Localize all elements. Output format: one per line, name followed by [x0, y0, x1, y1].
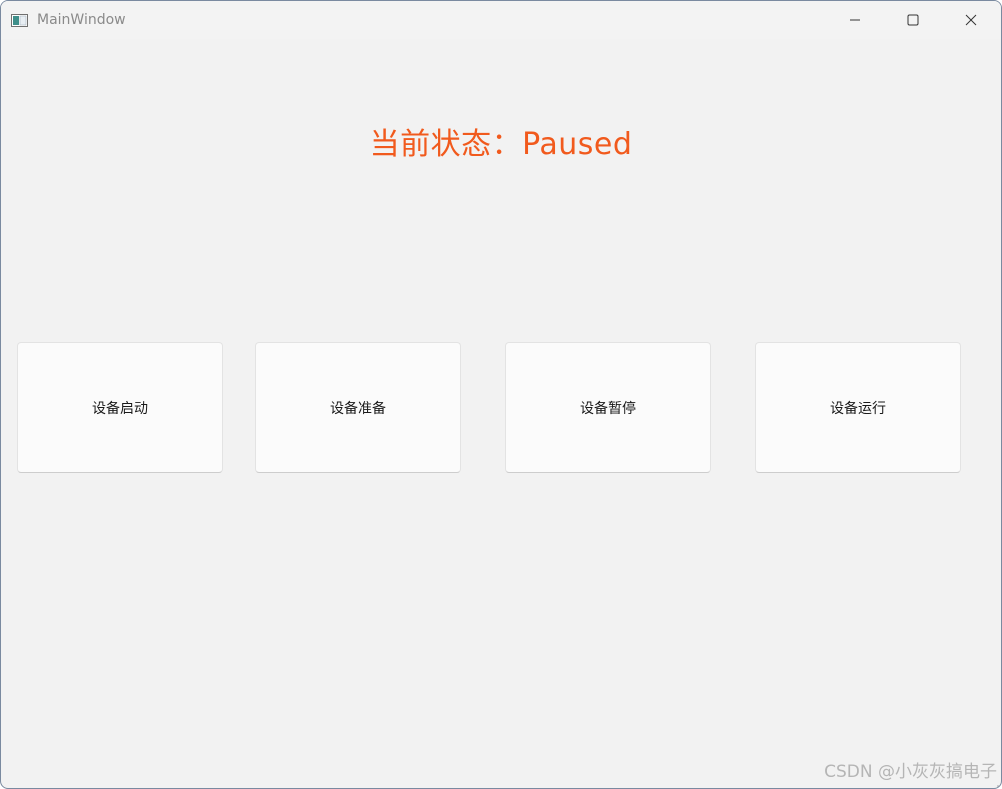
- maximize-icon: [907, 11, 919, 30]
- title-bar[interactable]: MainWindow: [1, 1, 1001, 39]
- status-value: Paused: [522, 127, 633, 162]
- resize-grip-icon[interactable]: [991, 778, 999, 787]
- window-title: MainWindow: [37, 12, 126, 28]
- close-button[interactable]: [942, 1, 1000, 39]
- device-pause-button[interactable]: 设备暂停: [505, 342, 711, 473]
- maximize-button[interactable]: [884, 1, 942, 39]
- minimize-button[interactable]: [826, 1, 884, 39]
- window-app-icon: [11, 12, 28, 27]
- device-start-button[interactable]: 设备启动: [17, 342, 223, 473]
- device-run-button[interactable]: 设备运行: [755, 342, 961, 473]
- minimize-icon: [849, 11, 861, 30]
- watermark: CSDN @小灰灰搞电子: [824, 762, 997, 782]
- close-icon: [965, 11, 977, 30]
- main-window: MainWindow 当前状态：Paused 设备启动 设备准备 设备暂停 设备…: [0, 0, 1002, 789]
- status-display: 当前状态：Paused: [1, 123, 1001, 167]
- status-label: 当前状态：: [369, 127, 523, 162]
- device-prepare-button[interactable]: 设备准备: [255, 342, 461, 473]
